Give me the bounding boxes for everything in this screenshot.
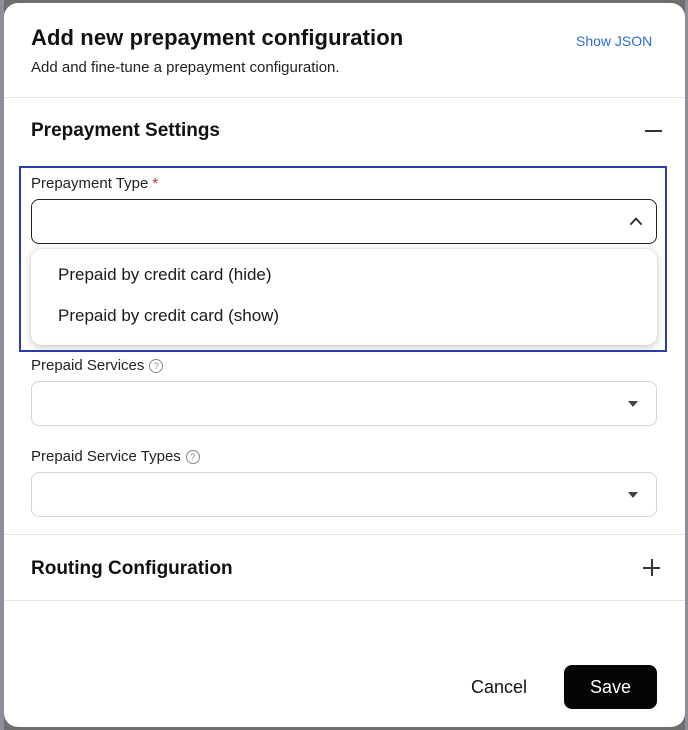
show-json-link[interactable]: Show JSON bbox=[576, 33, 652, 49]
modal-title: Add new prepayment configuration bbox=[31, 25, 404, 50]
prepaid-services-label: Prepaid Services? bbox=[31, 357, 164, 374]
modal-subtitle: Add and fine-tune a prepayment configura… bbox=[31, 59, 340, 76]
prepaid-services-label-text: Prepaid Services bbox=[31, 357, 145, 374]
section-divider bbox=[4, 534, 685, 535]
modal-header: Add new prepayment configuration Add and… bbox=[4, 3, 685, 98]
prepayment-type-label-text: Prepayment Type bbox=[31, 175, 149, 192]
section-divider bbox=[4, 600, 685, 601]
help-circle-icon[interactable]: ? bbox=[149, 359, 164, 373]
cancel-button[interactable]: Cancel bbox=[456, 665, 542, 709]
help-circle-icon[interactable]: ? bbox=[185, 450, 200, 464]
caret-down-icon bbox=[628, 401, 638, 407]
required-marker: * bbox=[152, 175, 159, 192]
prepayment-type-select[interactable] bbox=[31, 199, 657, 244]
prepayment-type-option[interactable]: Prepaid by credit card (show) bbox=[58, 306, 279, 326]
prepaid-service-types-label: Prepaid Service Types? bbox=[31, 448, 200, 465]
minus-icon[interactable] bbox=[644, 121, 664, 141]
chevron-up-icon[interactable] bbox=[629, 214, 643, 228]
prepayment-config-modal: Add new prepayment configuration Add and… bbox=[4, 3, 685, 727]
prepayment-type-option[interactable]: Prepaid by credit card (hide) bbox=[58, 265, 272, 285]
prepaid-services-select[interactable] bbox=[31, 381, 657, 426]
save-button[interactable]: Save bbox=[564, 665, 657, 709]
caret-down-icon bbox=[628, 492, 638, 498]
prepaid-service-types-label-text: Prepaid Service Types bbox=[31, 448, 181, 465]
routing-configuration-heading: Routing Configuration bbox=[31, 558, 233, 579]
prepayment-type-label: Prepayment Type * bbox=[31, 175, 158, 192]
plus-icon[interactable] bbox=[642, 558, 662, 578]
prepayment-type-dropdown-menu: Prepaid by credit card (hide) Prepaid by… bbox=[31, 249, 657, 345]
prepayment-settings-heading: Prepayment Settings bbox=[31, 120, 220, 141]
prepaid-service-types-select[interactable] bbox=[31, 472, 657, 517]
